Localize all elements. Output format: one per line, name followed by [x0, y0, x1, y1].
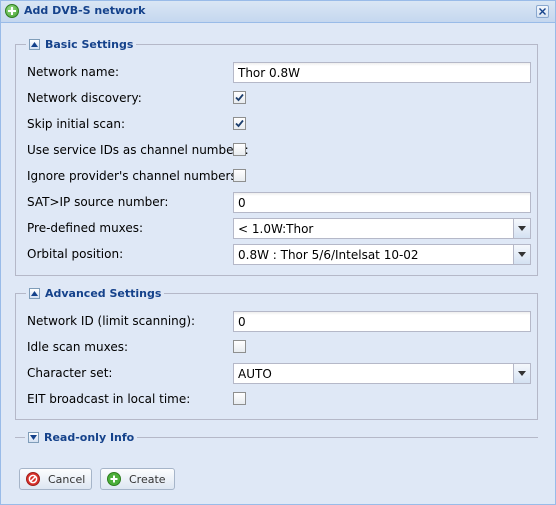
eit-local-time-checkbox[interactable] — [233, 392, 246, 405]
predefined-muxes-value: < 1.0W:Thor — [238, 222, 314, 236]
network-discovery-row: Network discovery: — [27, 88, 532, 108]
advanced-settings-legend[interactable]: Advanced Settings — [26, 285, 165, 301]
orbital-position-select[interactable]: 0.8W : Thor 5/6/Intelsat 10-02 — [233, 244, 531, 265]
add-network-dialog: Add DVB-S network Basic Settings Network… — [0, 0, 556, 505]
network-name-row: Network name: Thor 0.8W — [27, 62, 532, 83]
dialog-titlebar[interactable]: Add DVB-S network — [1, 1, 555, 23]
satip-source-input[interactable]: 0 — [233, 192, 531, 213]
cancel-icon — [26, 472, 40, 486]
collapse-icon[interactable] — [29, 38, 40, 50]
readonly-info-legend[interactable]: Read-only Info — [25, 429, 138, 445]
checkmark-icon — [235, 119, 244, 128]
create-button-label: Create — [129, 473, 166, 486]
idle-scan-muxes-label: Idle scan muxes: — [27, 340, 129, 354]
add-icon — [107, 472, 121, 486]
chevron-down-icon[interactable] — [513, 219, 530, 238]
character-set-row: Character set: AUTO — [27, 363, 532, 384]
cancel-button[interactable]: Cancel — [19, 468, 92, 490]
skip-initial-scan-row: Skip initial scan: — [27, 114, 532, 134]
collapse-icon[interactable] — [29, 287, 40, 299]
ignore-provider-label: Ignore provider's channel numbers: — [27, 169, 241, 183]
idle-scan-muxes-row: Idle scan muxes: — [27, 337, 532, 357]
close-icon[interactable] — [536, 5, 549, 18]
predefined-muxes-row: Pre-defined muxes: < 1.0W:Thor — [27, 218, 532, 239]
character-set-value: AUTO — [238, 367, 272, 381]
orbital-position-label: Orbital position: — [27, 247, 124, 261]
skip-initial-scan-checkbox[interactable] — [233, 117, 246, 130]
network-discovery-checkbox[interactable] — [233, 91, 246, 104]
network-id-label: Network ID (limit scanning): — [27, 314, 196, 328]
predefined-muxes-label: Pre-defined muxes: — [27, 221, 144, 235]
dialog-title: Add DVB-S network — [24, 4, 146, 17]
network-id-row: Network ID (limit scanning): 0 — [27, 311, 532, 332]
idle-scan-muxes-checkbox[interactable] — [233, 340, 246, 353]
character-set-label: Character set: — [27, 366, 113, 380]
basic-settings-legend[interactable]: Basic Settings — [26, 36, 137, 52]
network-name-label: Network name: — [27, 65, 119, 79]
readonly-info-title: Read-only Info — [44, 430, 135, 444]
orbital-position-row: Orbital position: 0.8W : Thor 5/6/Intels… — [27, 244, 532, 265]
ignore-provider-row: Ignore provider's channel numbers: — [27, 166, 532, 186]
predefined-muxes-select[interactable]: < 1.0W:Thor — [233, 218, 531, 239]
satip-source-label: SAT>IP source number: — [27, 195, 169, 209]
create-button[interactable]: Create — [100, 468, 175, 490]
orbital-position-value: 0.8W : Thor 5/6/Intelsat 10-02 — [238, 248, 419, 262]
network-id-input[interactable]: 0 — [233, 311, 531, 332]
satip-source-row: SAT>IP source number: 0 — [27, 192, 532, 213]
character-set-select[interactable]: AUTO — [233, 363, 531, 384]
use-service-ids-row: Use service IDs as channel numbers: — [27, 140, 532, 160]
eit-local-time-label: EIT broadcast in local time: — [27, 392, 191, 406]
eit-local-time-row: EIT broadcast in local time: — [27, 389, 532, 409]
chevron-down-icon[interactable] — [513, 245, 530, 264]
checkmark-icon — [235, 93, 244, 102]
advanced-settings-title: Advanced Settings — [45, 286, 162, 300]
use-service-ids-label: Use service IDs as channel numbers: — [27, 143, 249, 157]
ignore-provider-checkbox[interactable] — [233, 169, 246, 182]
network-discovery-label: Network discovery: — [27, 91, 142, 105]
chevron-down-icon[interactable] — [513, 364, 530, 383]
basic-settings-title: Basic Settings — [45, 37, 134, 51]
cancel-button-label: Cancel — [48, 473, 86, 486]
skip-initial-scan-label: Skip initial scan: — [27, 117, 125, 131]
add-icon — [5, 4, 19, 18]
expand-icon[interactable] — [28, 431, 39, 443]
use-service-ids-checkbox[interactable] — [233, 143, 246, 156]
network-name-input[interactable]: Thor 0.8W — [233, 62, 531, 83]
